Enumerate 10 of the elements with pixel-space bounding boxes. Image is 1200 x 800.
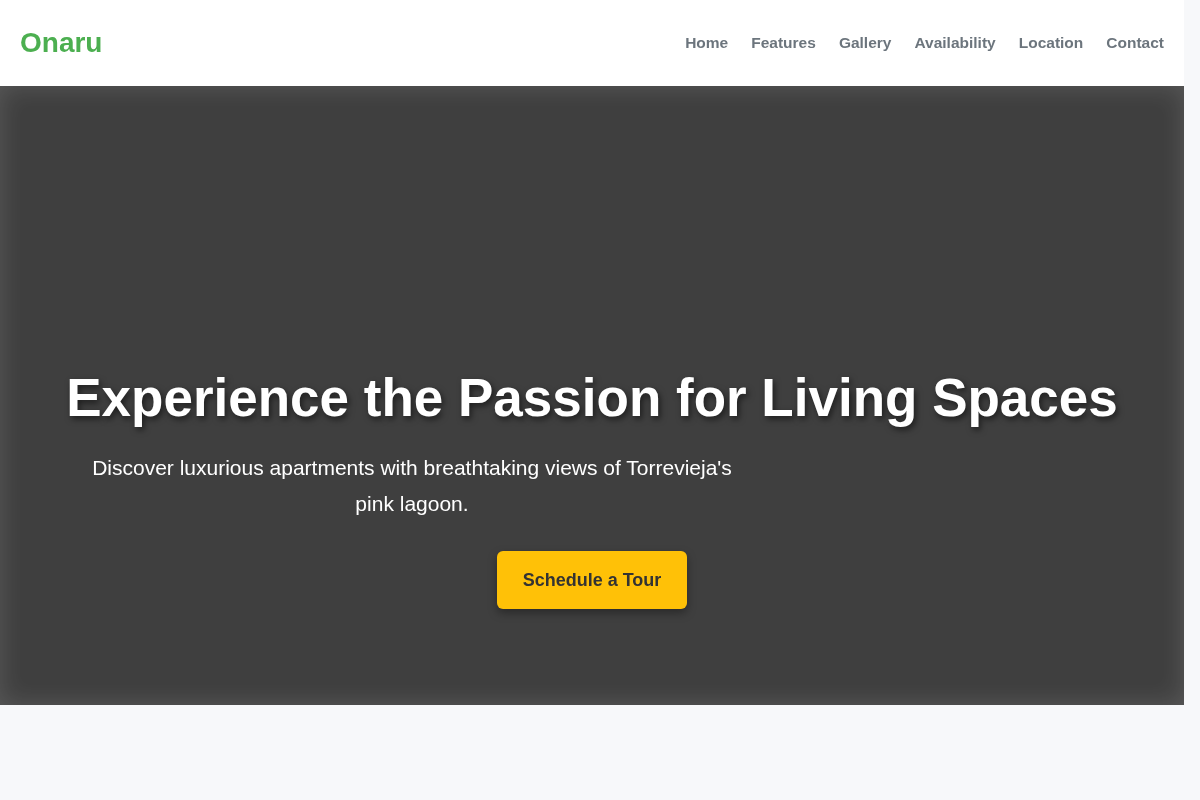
nav-link[interactable]: Location xyxy=(1018,34,1084,52)
nav-link[interactable]: Contact xyxy=(1106,34,1164,52)
nav-link[interactable]: Gallery xyxy=(838,34,892,52)
nav-link[interactable]: Features xyxy=(751,34,816,52)
hero-subtitle: Discover luxurious apartments with breathtaking views of Torrevieja's pink lagoon. xyxy=(91,455,733,517)
site-logo[interactable]: Onaru xyxy=(20,27,103,59)
nav-link[interactable]: Home xyxy=(685,34,729,52)
nav-link[interactable]: Availability xyxy=(914,34,996,52)
schedule-tour-button[interactable]: Schedule a Tour xyxy=(497,551,687,609)
hero-title: Experience the Passion for Living Spaces xyxy=(66,367,1118,429)
